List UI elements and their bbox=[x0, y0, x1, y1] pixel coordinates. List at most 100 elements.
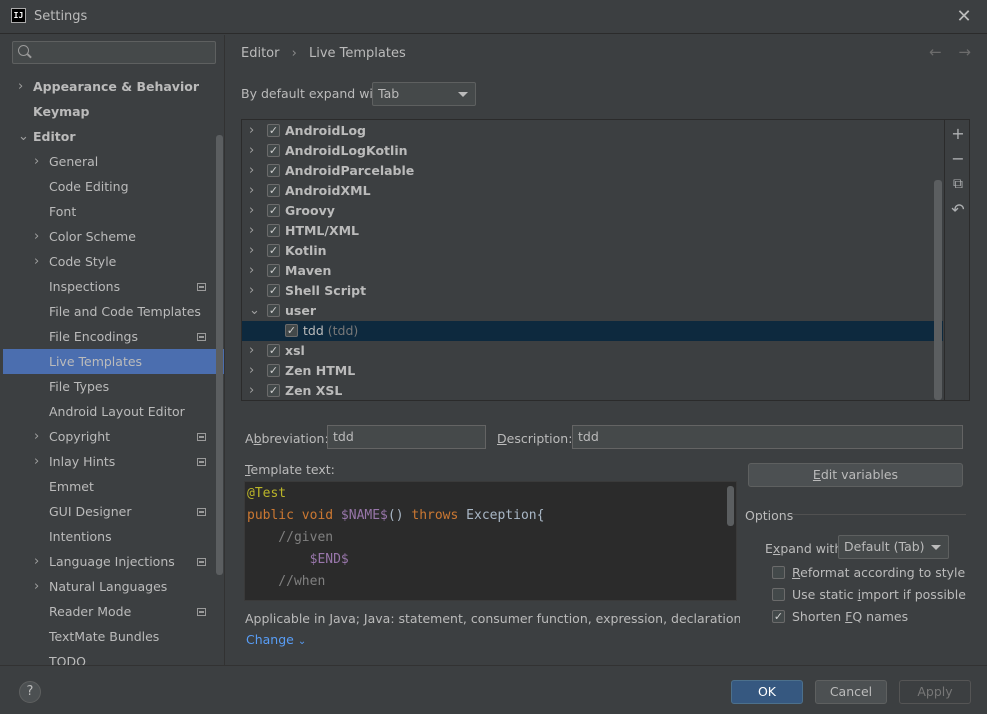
chevron-down-icon[interactable]: ⌄ bbox=[249, 301, 260, 321]
chevron-right-icon[interactable]: › bbox=[34, 449, 44, 474]
template-checkbox[interactable]: ✓ bbox=[267, 144, 280, 157]
chevron-right-icon[interactable]: › bbox=[249, 281, 254, 301]
sidebar-item[interactable]: ⌄ Editor bbox=[3, 124, 224, 149]
ok-button[interactable]: OK bbox=[731, 680, 803, 704]
apply-button[interactable]: Apply bbox=[899, 680, 971, 704]
sidebar-item[interactable]: › Appearance & Behavior bbox=[3, 74, 224, 99]
change-contexts-link[interactable]: Change ⌄ bbox=[246, 632, 306, 647]
chevron-right-icon[interactable]: › bbox=[249, 221, 254, 241]
template-group-row[interactable]: ⌄ ✓ user bbox=[242, 301, 943, 321]
sidebar-item[interactable]: Font bbox=[3, 199, 224, 224]
chevron-right-icon[interactable]: › bbox=[249, 381, 254, 401]
sidebar-item[interactable]: › Copyright bbox=[3, 424, 224, 449]
chevron-right-icon[interactable]: › bbox=[34, 224, 44, 249]
template-checkbox[interactable]: ✓ bbox=[267, 264, 280, 277]
sidebar-item[interactable]: Reader Mode bbox=[3, 599, 224, 624]
template-checkbox[interactable]: ✓ bbox=[285, 324, 298, 337]
description-field[interactable]: tdd bbox=[572, 425, 963, 449]
chevron-right-icon[interactable]: › bbox=[34, 574, 44, 599]
sidebar-item[interactable]: › General bbox=[3, 149, 224, 174]
template-group-row[interactable]: › ✓ AndroidLogKotlin bbox=[242, 141, 943, 161]
template-group-row[interactable]: › ✓ Kotlin bbox=[242, 241, 943, 261]
template-checkbox[interactable]: ✓ bbox=[267, 184, 280, 197]
forward-arrow-icon[interactable]: → bbox=[958, 43, 971, 61]
sidebar-item[interactable]: Inspections bbox=[3, 274, 224, 299]
default-expand-select[interactable]: Tab bbox=[372, 82, 476, 106]
close-icon[interactable]: ✕ bbox=[953, 6, 975, 28]
template-checkbox[interactable]: ✓ bbox=[267, 124, 280, 137]
sidebar-item[interactable]: TextMate Bundles bbox=[3, 624, 224, 649]
sidebar-item[interactable]: File Encodings bbox=[3, 324, 224, 349]
static-import-checkbox[interactable] bbox=[772, 588, 785, 601]
template-checkbox[interactable]: ✓ bbox=[267, 384, 280, 397]
chevron-right-icon[interactable]: › bbox=[249, 201, 254, 221]
template-text-editor[interactable]: @Test public void $NAME$() throws Except… bbox=[244, 481, 737, 601]
template-group-row[interactable]: › ✓ Maven bbox=[242, 261, 943, 281]
chevron-right-icon[interactable]: › bbox=[249, 261, 254, 281]
sidebar-item[interactable]: › Language Injections bbox=[3, 549, 224, 574]
sidebar-item[interactable]: GUI Designer bbox=[3, 499, 224, 524]
template-checkbox[interactable]: ✓ bbox=[267, 304, 280, 317]
restore-icon[interactable]: ↶ bbox=[950, 202, 966, 218]
breadcrumb-parent[interactable]: Editor bbox=[241, 46, 279, 61]
chevron-right-icon[interactable]: › bbox=[18, 74, 28, 99]
template-checkbox[interactable]: ✓ bbox=[267, 344, 280, 357]
sidebar-item[interactable]: Intentions bbox=[3, 524, 224, 549]
sidebar-item[interactable]: Code Editing bbox=[3, 174, 224, 199]
chevron-right-icon[interactable]: › bbox=[34, 549, 44, 574]
cancel-button[interactable]: Cancel bbox=[815, 680, 887, 704]
search-input[interactable] bbox=[12, 41, 216, 64]
templates-scrollbar[interactable] bbox=[934, 180, 942, 400]
add-icon[interactable]: + bbox=[950, 126, 966, 142]
chevron-right-icon[interactable]: › bbox=[34, 249, 44, 274]
template-checkbox[interactable]: ✓ bbox=[267, 204, 280, 217]
sidebar-item-label: Emmet bbox=[49, 479, 94, 494]
chevron-right-icon[interactable]: › bbox=[249, 361, 254, 381]
template-group-row[interactable]: › ✓ Zen XSL bbox=[242, 381, 943, 401]
chevron-right-icon[interactable]: › bbox=[249, 161, 254, 181]
expand-with-select[interactable]: Default (Tab) bbox=[838, 535, 949, 559]
sidebar-item[interactable]: Keymap bbox=[3, 99, 224, 124]
chevron-right-icon[interactable]: › bbox=[249, 341, 254, 361]
sidebar-item[interactable]: File and Code Templates bbox=[3, 299, 224, 324]
editor-scrollbar[interactable] bbox=[727, 486, 734, 526]
template-checkbox[interactable]: ✓ bbox=[267, 224, 280, 237]
template-group-row[interactable]: › ✓ Groovy bbox=[242, 201, 943, 221]
chevron-right-icon[interactable]: › bbox=[34, 424, 44, 449]
chevron-right-icon[interactable]: › bbox=[249, 121, 254, 141]
sidebar-item[interactable]: › Color Scheme bbox=[3, 224, 224, 249]
edit-variables-button[interactable]: Edit variables bbox=[748, 463, 963, 487]
template-group-row[interactable]: › ✓ Shell Script bbox=[242, 281, 943, 301]
sidebar-item[interactable]: Android Layout Editor bbox=[3, 399, 224, 424]
template-checkbox[interactable]: ✓ bbox=[267, 244, 280, 257]
copy-icon[interactable]: ⧉ bbox=[950, 176, 966, 192]
chevron-right-icon[interactable]: › bbox=[34, 149, 44, 174]
sidebar-scrollbar[interactable] bbox=[216, 135, 223, 575]
help-button[interactable]: ? bbox=[19, 681, 41, 703]
sidebar-item[interactable]: › Inlay Hints bbox=[3, 449, 224, 474]
chevron-right-icon[interactable]: › bbox=[249, 141, 254, 161]
template-group-row[interactable]: › ✓ xsl bbox=[242, 341, 943, 361]
back-arrow-icon[interactable]: ← bbox=[929, 43, 942, 61]
sidebar-item[interactable]: Live Templates bbox=[3, 349, 224, 374]
template-checkbox[interactable]: ✓ bbox=[267, 364, 280, 377]
template-group-row[interactable]: › ✓ HTML/XML bbox=[242, 221, 943, 241]
remove-icon[interactable]: − bbox=[950, 151, 966, 167]
sidebar-item[interactable]: › Natural Languages bbox=[3, 574, 224, 599]
chevron-down-icon[interactable]: ⌄ bbox=[18, 124, 29, 149]
chevron-right-icon[interactable]: › bbox=[249, 241, 254, 261]
shorten-fq-checkbox[interactable]: ✓ bbox=[772, 610, 785, 623]
template-row[interactable]: ✓ tdd (tdd) bbox=[242, 321, 943, 341]
sidebar-item[interactable]: › Code Style bbox=[3, 249, 224, 274]
template-checkbox[interactable]: ✓ bbox=[267, 164, 280, 177]
template-group-row[interactable]: › ✓ AndroidXML bbox=[242, 181, 943, 201]
template-group-row[interactable]: › ✓ AndroidParcelable bbox=[242, 161, 943, 181]
reformat-checkbox[interactable] bbox=[772, 566, 785, 579]
template-group-row[interactable]: › ✓ AndroidLog bbox=[242, 121, 943, 141]
template-checkbox[interactable]: ✓ bbox=[267, 284, 280, 297]
template-group-row[interactable]: › ✓ Zen HTML bbox=[242, 361, 943, 381]
sidebar-item[interactable]: File Types bbox=[3, 374, 224, 399]
chevron-right-icon[interactable]: › bbox=[249, 181, 254, 201]
sidebar-item[interactable]: Emmet bbox=[3, 474, 224, 499]
abbreviation-field[interactable]: tdd bbox=[327, 425, 486, 449]
